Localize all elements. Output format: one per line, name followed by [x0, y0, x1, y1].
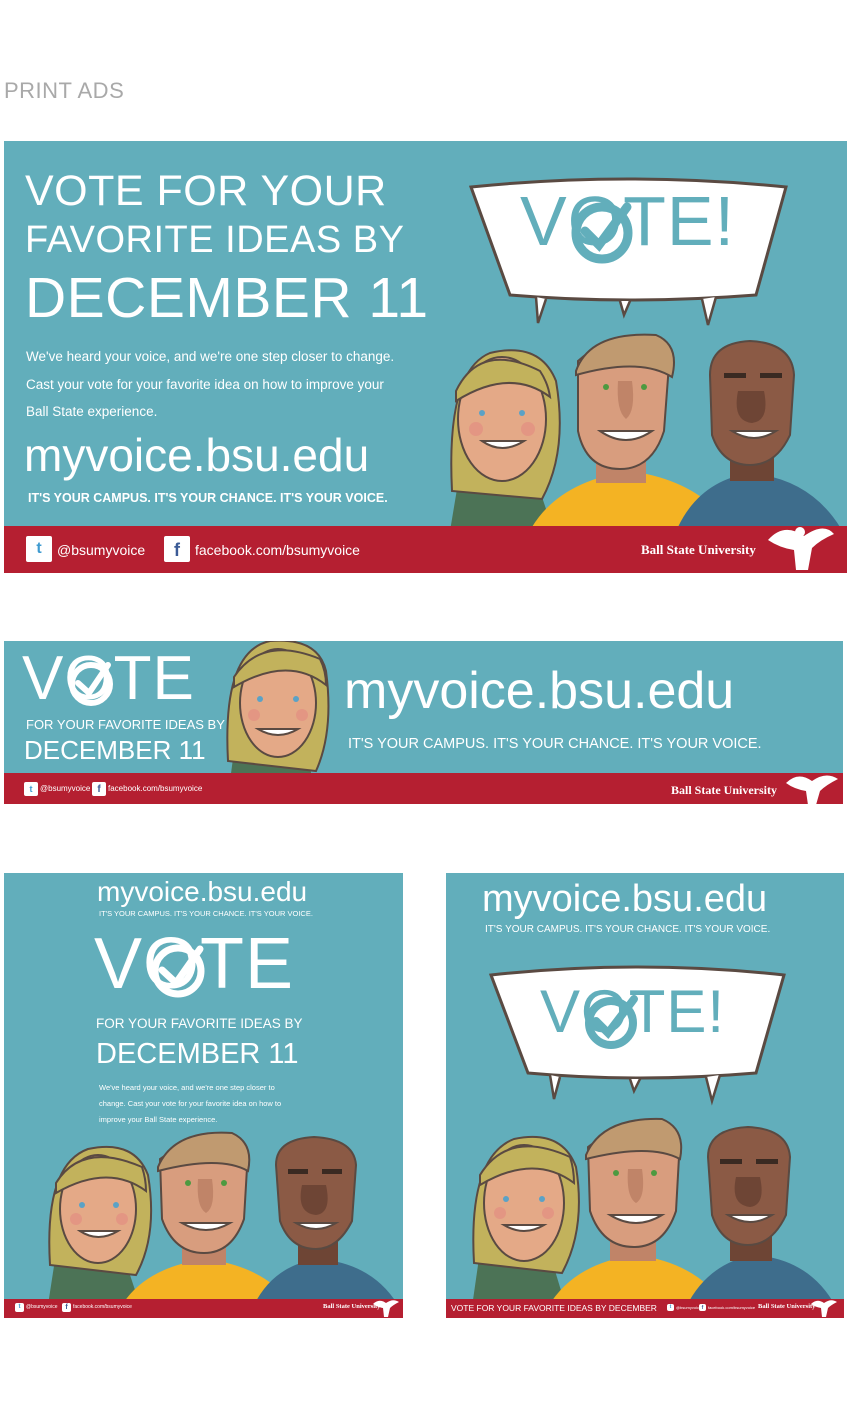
ball-state-cardinal-logo	[786, 775, 838, 804]
twitter-icon: t	[15, 1303, 24, 1312]
ad-square-left: myvoice.bsu.edu IT'S YOUR CAMPUS. IT'S Y…	[4, 873, 403, 1318]
ad-wide-banner: VOTE FOR YOUR FAVORITE IDEAS BY DECEMBER…	[4, 641, 843, 804]
ad1-headline-3: DECEMBER 11	[25, 266, 429, 330]
ad2-date: DECEMBER 11	[24, 735, 206, 765]
checkmark-icon	[69, 662, 113, 706]
ad1-body-line-3: Ball State experience.	[26, 404, 158, 419]
ad2-twitter-handle: @bsumyvoice	[40, 784, 91, 793]
ball-state-cardinal-logo	[373, 1300, 399, 1317]
ad1-headline-1: VOTE FOR YOUR	[25, 167, 387, 215]
ad2-footer: t @bsumyvoice f facebook.com/bsumyvoice …	[4, 773, 843, 804]
twitter-icon: t	[24, 782, 38, 796]
illustration-students	[48, 1131, 398, 1305]
ad3-url: myvoice.bsu.edu	[97, 876, 308, 907]
ad3-footer: t @bsumyvoice f facebook.com/bsumyvoice …	[4, 1299, 403, 1318]
twitter-icon: t	[667, 1304, 674, 1311]
ad1-tagline: IT'S YOUR CAMPUS. IT'S YOUR CHANCE. IT'S…	[28, 491, 388, 505]
facebook-icon: f	[164, 536, 190, 562]
ad1-url: myvoice.bsu.edu	[24, 429, 370, 481]
ad3-facebook-url: facebook.com/bsumyvoice	[73, 1304, 132, 1310]
ad1-twitter-handle: @bsumyvoice	[57, 542, 146, 558]
ad3-body-line-1: We've heard your voice, and we're one st…	[99, 1083, 275, 1092]
facebook-icon: f	[92, 782, 106, 796]
ad2-tagline: IT'S YOUR CAMPUS. IT'S YOUR CHANCE. IT'S…	[348, 736, 762, 752]
ad3-body-line-3: improve your Ball State experience.	[99, 1115, 218, 1124]
ad2-facebook-url: facebook.com/bsumyvoice	[108, 784, 203, 793]
ad2-url: myvoice.bsu.edu	[344, 662, 735, 720]
ad3-date: DECEMBER 11	[96, 1038, 299, 1070]
ad3-body-line-2: change. Cast your vote for your favorite…	[99, 1099, 282, 1108]
checkmark-icon	[151, 944, 205, 998]
ad4-footer: VOTE FOR YOUR FAVORITE IDEAS BY DECEMBER…	[446, 1299, 844, 1318]
ad4-facebook-url: facebook.com/bsumyvoice	[708, 1305, 756, 1310]
ball-state-cardinal-logo	[811, 1300, 837, 1317]
ad3-twitter-handle: @bsumyvoice	[26, 1304, 58, 1310]
ad2-university-name: Ball State University	[671, 783, 777, 797]
ad4-twitter-handle: @bsumyvoice	[676, 1305, 702, 1310]
twitter-icon: t	[26, 536, 52, 562]
illustration-students	[472, 1117, 836, 1307]
ad4-url: myvoice.bsu.edu	[482, 878, 768, 920]
ad1-body-line-2: Cast your vote for your favorite idea on…	[26, 377, 384, 392]
facebook-icon: f	[699, 1304, 706, 1311]
checkmark-icon	[571, 202, 633, 264]
ad1-university-name: Ball State University	[641, 542, 756, 557]
ad4-tagline: IT'S YOUR CAMPUS. IT'S YOUR CHANCE. IT'S…	[485, 924, 771, 935]
ad4-university-name: Ball State University	[758, 1303, 816, 1310]
ad1-footer: t @bsumyvoice f facebook.com/bsumyvoice …	[4, 526, 847, 573]
illustration-students	[450, 333, 840, 531]
facebook-icon: f	[62, 1303, 71, 1312]
ad1-headline-2: FAVORITE IDEAS BY	[25, 219, 405, 261]
illustration-blonde-student	[226, 641, 330, 804]
section-title: PRINT ADS	[4, 78, 125, 103]
ad4-footer-text: VOTE FOR YOUR FAVORITE IDEAS BY DECEMBER	[451, 1303, 657, 1313]
checkmark-icon	[585, 995, 638, 1049]
ad3-tagline: IT'S YOUR CAMPUS. IT'S YOUR CHANCE. IT'S…	[99, 909, 313, 918]
ad1-body-line-1: We've heard your voice, and we're one st…	[26, 349, 395, 364]
ad2-sub: FOR YOUR FAVORITE IDEAS BY	[26, 717, 225, 732]
ad3-sub: FOR YOUR FAVORITE IDEAS BY	[96, 1016, 303, 1031]
ad1-facebook-url: facebook.com/bsumyvoice	[195, 542, 360, 558]
ball-state-cardinal-logo	[768, 527, 834, 570]
ad-large-banner: VOTE FOR YOUR FAVORITE IDEAS BY DECEMBER…	[4, 141, 847, 573]
ad-square-right: myvoice.bsu.edu IT'S YOUR CAMPUS. IT'S Y…	[446, 873, 844, 1318]
